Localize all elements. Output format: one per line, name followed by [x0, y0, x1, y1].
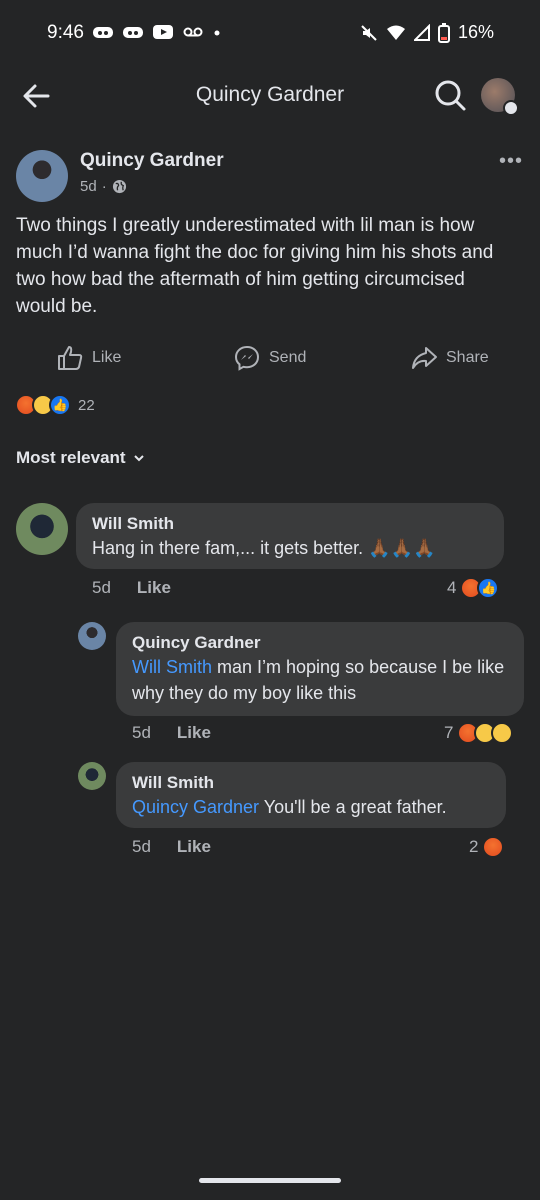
post-actions: Like Send Share: [0, 340, 540, 378]
commenter-avatar[interactable]: [16, 503, 68, 555]
notification-icons: [92, 24, 222, 40]
youtube-icon: [153, 25, 173, 39]
wifi-icon: [386, 25, 405, 40]
thumbs-up-icon: [58, 346, 83, 370]
reply-reactions[interactable]: 2: [469, 836, 505, 858]
reply-reaction-count: 2: [469, 837, 479, 856]
reply-age: 5d: [132, 723, 151, 742]
reply-like-button[interactable]: Like: [177, 837, 211, 857]
reply-author[interactable]: Will Smith: [132, 772, 490, 794]
share-icon: [412, 347, 437, 369]
post-text: Two things I greatly underestimated with…: [16, 215, 494, 317]
battery-icon: [437, 22, 450, 43]
mention-link[interactable]: Quincy Gardner: [132, 797, 259, 817]
post-reactions-summary[interactable]: 👍 22: [15, 394, 95, 416]
post-author-name[interactable]: Quincy Gardner: [80, 150, 224, 172]
reply-meta: 5d Like: [132, 723, 211, 743]
share-button[interactable]: Share: [410, 344, 489, 372]
post-age[interactable]: 5d: [80, 178, 97, 195]
reply-text: Quincy Gardner You'll be a great father.: [132, 794, 490, 820]
status-time: 9:46: [47, 22, 84, 43]
like-label: Like: [92, 349, 122, 366]
comment-like-button[interactable]: Like: [137, 578, 171, 598]
dot-icon: [214, 30, 220, 36]
app-bar: Quincy Gardner: [0, 70, 540, 122]
signal-icon: [413, 23, 430, 41]
battery-percent: 16%: [457, 22, 494, 42]
status-bar: 9:46 16%: [0, 0, 540, 66]
send-label: Send: [269, 349, 307, 366]
post-meta: 5d ·: [80, 178, 127, 195]
angry-reaction-icon: [482, 836, 505, 858]
globe-icon: [112, 179, 126, 194]
comment-meta: 5d Like: [92, 578, 171, 598]
sort-label: Most relevant: [16, 448, 126, 467]
reply-author-avatar[interactable]: [78, 762, 106, 790]
home-indicator[interactable]: [199, 1178, 341, 1183]
reaction-count: 22: [78, 396, 95, 414]
reply-age: 5d: [132, 837, 151, 856]
comment-age: 5d: [92, 578, 111, 597]
reply-meta: 5d Like: [132, 837, 211, 857]
reply-body: You'll be a great father.: [259, 797, 447, 817]
comment-text: Hang in there fam,... it gets better. 🙏🏾…: [92, 538, 436, 558]
reply-reaction-count: 7: [444, 723, 454, 742]
reply-author[interactable]: Quincy Gardner: [132, 632, 508, 654]
share-label: Share: [446, 349, 489, 366]
send-button[interactable]: Send: [233, 344, 306, 372]
meta-separator: ·: [101, 178, 107, 195]
reply-author-avatar[interactable]: [78, 622, 106, 650]
reply-like-button[interactable]: Like: [177, 723, 211, 743]
like-reaction-icon: 👍: [477, 577, 500, 599]
chevron-down-icon: [133, 455, 144, 462]
comment-bubble[interactable]: Will Smith Hang in there fam,... it gets…: [76, 503, 504, 569]
comment-sort-dropdown[interactable]: Most relevant: [16, 448, 146, 468]
post-author-avatar[interactable]: [16, 150, 68, 202]
like-button[interactable]: Like: [56, 344, 121, 372]
reply-text: Will Smith man I’m hoping so because I b…: [132, 654, 508, 706]
voicemail-icon: [183, 27, 203, 37]
more-options-icon[interactable]: •••: [499, 150, 523, 173]
comment-reactions[interactable]: 4 👍: [447, 577, 500, 599]
discord-icon: [93, 27, 113, 38]
sad-reaction-icon: [491, 722, 514, 744]
discord-icon: [123, 27, 143, 38]
messenger-icon: [234, 345, 260, 371]
comment-reaction-count: 4: [447, 578, 457, 597]
chevron-down-icon: [503, 100, 519, 116]
mute-icon: [361, 24, 377, 41]
profile-menu-button[interactable]: [481, 78, 519, 116]
like-reaction-icon: 👍: [49, 394, 71, 416]
reply-bubble[interactable]: Will Smith Quincy Gardner You'll be a gr…: [116, 762, 506, 828]
mention-link[interactable]: Will Smith: [132, 657, 212, 677]
comment-author[interactable]: Will Smith: [92, 513, 488, 535]
reply-reactions[interactable]: 7: [444, 722, 514, 744]
search-icon[interactable]: [433, 78, 467, 112]
system-icons: 16%: [360, 22, 494, 43]
reply-bubble[interactable]: Quincy Gardner Will Smith man I’m hoping…: [116, 622, 524, 716]
